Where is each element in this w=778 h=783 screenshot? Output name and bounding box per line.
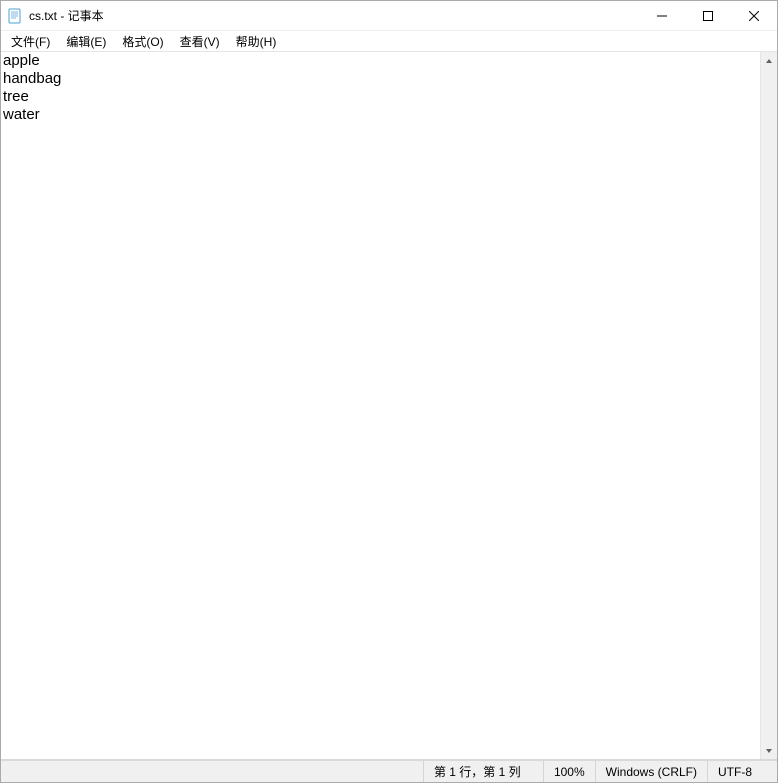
window-controls (639, 1, 777, 30)
close-button[interactable] (731, 1, 777, 30)
status-encoding: UTF-8 (707, 761, 777, 782)
vertical-scrollbar[interactable] (760, 52, 777, 759)
status-spacer (1, 761, 423, 782)
status-line-ending: Windows (CRLF) (595, 761, 707, 782)
menu-file[interactable]: 文件(F) (3, 31, 58, 52)
maximize-button[interactable] (685, 1, 731, 30)
menu-view[interactable]: 查看(V) (172, 31, 228, 52)
minimize-button[interactable] (639, 1, 685, 30)
titlebar: cs.txt - 记事本 (1, 1, 777, 31)
menu-help[interactable]: 帮助(H) (228, 31, 285, 52)
scroll-down-button[interactable] (761, 742, 777, 759)
status-position: 第 1 行，第 1 列 (423, 761, 543, 782)
scroll-up-button[interactable] (761, 52, 777, 69)
menubar: 文件(F) 编辑(E) 格式(O) 查看(V) 帮助(H) (1, 31, 777, 52)
window-title: cs.txt - 记事本 (29, 7, 639, 24)
statusbar: 第 1 行，第 1 列 100% Windows (CRLF) UTF-8 (1, 759, 777, 782)
notepad-icon (7, 8, 23, 24)
editor-area: apple handbag tree water (1, 52, 777, 759)
scroll-track[interactable] (761, 69, 777, 742)
menu-edit[interactable]: 编辑(E) (58, 31, 114, 52)
text-editor[interactable]: apple handbag tree water (1, 52, 760, 759)
menu-format[interactable]: 格式(O) (114, 31, 171, 52)
status-zoom: 100% (543, 761, 595, 782)
